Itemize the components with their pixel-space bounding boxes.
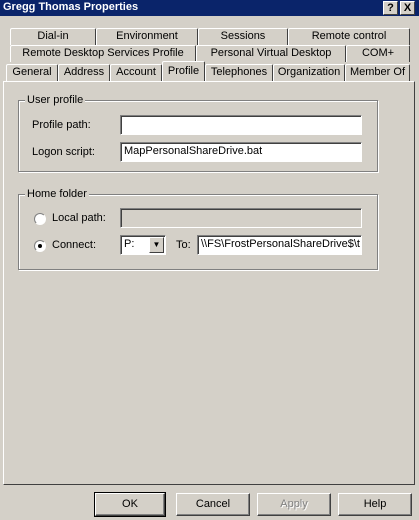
tab-remote-control[interactable]: Remote control: [288, 28, 410, 45]
tab-profile[interactable]: Profile: [162, 61, 205, 81]
tab-panel-profile: User profile Profile path: Logon script:…: [3, 81, 415, 485]
tab-personal-virtual-desktop[interactable]: Personal Virtual Desktop: [196, 45, 346, 62]
cancel-button-label: Cancel: [195, 498, 231, 510]
radio-selected-dot: [38, 244, 42, 248]
tab-dial-in[interactable]: Dial-in: [10, 28, 96, 45]
tab-telephones[interactable]: Telephones: [205, 64, 273, 81]
home-folder-group: Home folder Local path: Connect: P: ▼ To…: [18, 188, 378, 270]
connect-radio[interactable]: [34, 240, 46, 252]
cancel-button[interactable]: Cancel: [176, 493, 250, 516]
connect-label[interactable]: Connect:: [52, 239, 96, 251]
apply-button-label: Apply: [280, 498, 308, 510]
logon-script-input[interactable]: MapPersonalShareDrive.bat: [120, 142, 362, 162]
close-title-button[interactable]: X: [400, 1, 415, 15]
user-profile-group: User profile Profile path: Logon script:…: [18, 94, 378, 172]
tab-general[interactable]: General: [6, 64, 58, 81]
home-folder-path-input[interactable]: \\FS\FrostPersonalShareDrive$\t: [197, 235, 362, 255]
tab-environment[interactable]: Environment: [96, 28, 198, 45]
profile-path-input[interactable]: [120, 115, 362, 135]
tab-sessions[interactable]: Sessions: [198, 28, 288, 45]
tab-com-plus[interactable]: COM+: [346, 45, 410, 62]
tab-account[interactable]: Account: [110, 64, 162, 81]
user-profile-legend: User profile: [25, 94, 86, 106]
apply-button[interactable]: Apply: [257, 493, 331, 516]
help-button-label: Help: [363, 498, 387, 510]
chevron-down-icon[interactable]: ▼: [149, 237, 164, 253]
to-label: To:: [176, 239, 191, 251]
home-folder-legend: Home folder: [25, 188, 89, 200]
tab-organization[interactable]: Organization: [273, 64, 345, 81]
help-button[interactable]: Help: [338, 493, 412, 516]
drive-letter-select[interactable]: P: ▼: [120, 235, 166, 255]
tab-remote-desktop-services-profile[interactable]: Remote Desktop Services Profile: [10, 45, 196, 62]
logon-script-label: Logon script:: [32, 146, 95, 158]
local-path-input[interactable]: [120, 208, 362, 228]
title-bar: Gregg Thomas Properties ? X: [0, 0, 419, 16]
profile-path-label: Profile path:: [32, 119, 91, 131]
tab-member-of[interactable]: Member Of: [345, 64, 410, 81]
local-path-label[interactable]: Local path:: [52, 212, 106, 224]
ok-button[interactable]: OK: [94, 492, 166, 517]
window-title: Gregg Thomas Properties: [3, 1, 139, 13]
ok-button-label: OK: [122, 498, 138, 510]
help-title-button[interactable]: ?: [383, 1, 398, 15]
drive-letter-value: P:: [124, 238, 135, 250]
local-path-radio[interactable]: [34, 213, 46, 225]
tab-address[interactable]: Address: [58, 64, 110, 81]
